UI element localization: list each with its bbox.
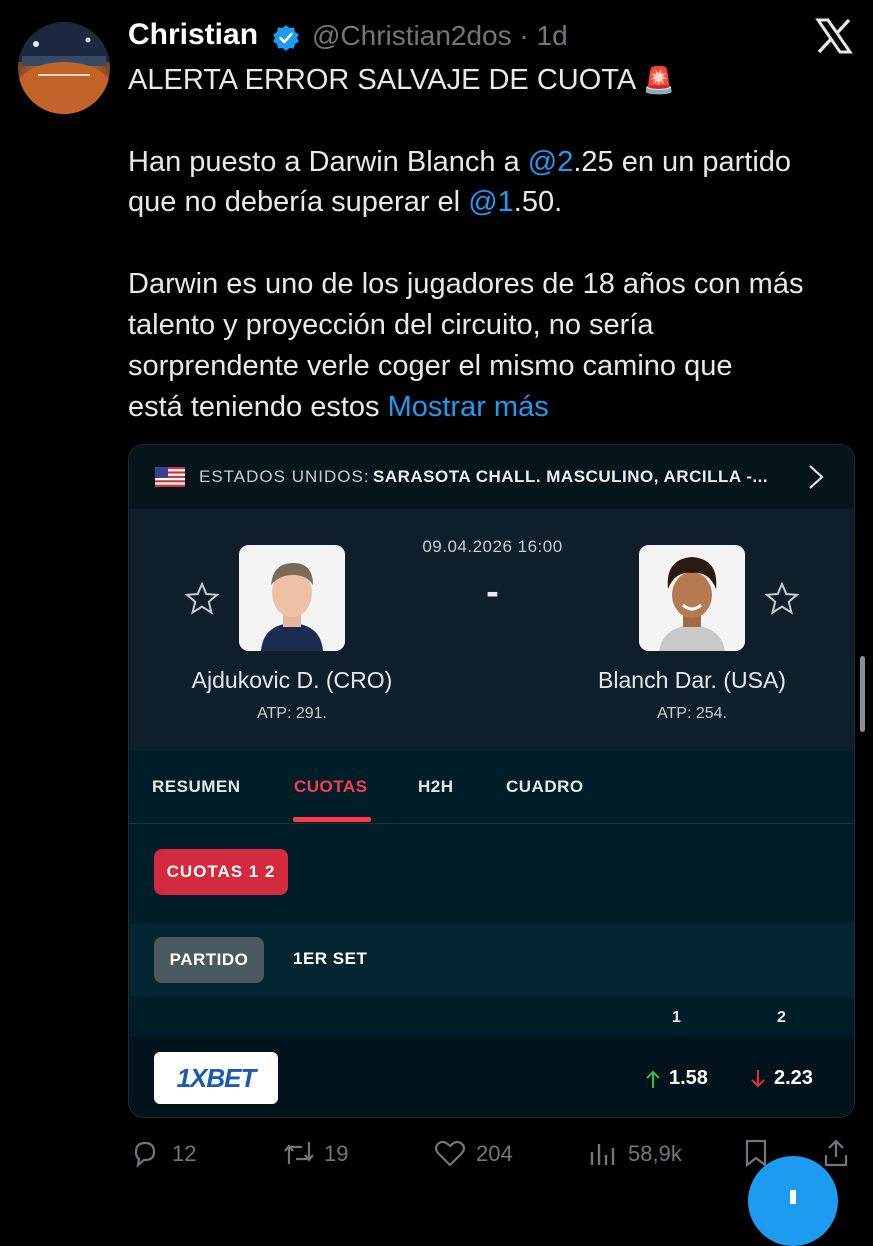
scrollbar[interactable] (860, 656, 865, 732)
arrow-down-icon (751, 1070, 765, 1088)
match-header: 09.04.2026 16:00 - Ajdukovic D. (CRO) AT… (129, 509, 854, 751)
text-span: está teniendo estos (128, 391, 388, 423)
country-label: ESTADOS UNIDOS: (199, 467, 370, 486)
show-more-link[interactable]: Mostrar más (388, 391, 549, 423)
player2-photo (639, 545, 745, 651)
views-icon (590, 1144, 615, 1165)
repost-count: 19 (324, 1141, 349, 1166)
player1-rank: ATP: 291. (257, 705, 327, 722)
avatar[interactable] (18, 22, 110, 114)
text-span: Han puesto a Darwin Blanch a (128, 146, 528, 178)
compose-plus-icon (790, 1190, 796, 1204)
chevron-right-icon (809, 465, 824, 489)
period-selector: PARTIDO 1ER SET (129, 923, 854, 997)
odds-type-button: CUOTAS 1 2 (154, 849, 288, 895)
star-icon (184, 581, 220, 615)
tab-cuotas: CUOTAS (294, 777, 368, 796)
handle-text[interactable]: @Christian2dos (312, 20, 512, 51)
tweet-paragraph-2-line-3: sorprendente verle coger el mismo camino… (128, 350, 733, 382)
match-score: - (486, 571, 499, 613)
tournament-name: SARASOTA CHALL. MASCULINO, ARCILLA -... (373, 467, 769, 486)
player2-name: Blanch Dar. (USA) (598, 667, 786, 693)
odd-player2: 2.23 (774, 1067, 813, 1089)
usa-flag-icon (155, 467, 185, 487)
odd-player1: 1.58 (669, 1067, 708, 1089)
tournament-header: ESTADOS UNIDOS: SARASOTA CHALL. MASCULIN… (129, 445, 854, 509)
like-icon (434, 1140, 466, 1167)
arrow-up-icon (646, 1070, 660, 1088)
mention-link[interactable]: @1 (468, 186, 514, 218)
column-header-1: 1 (672, 1009, 681, 1026)
x-logo-icon[interactable] (815, 18, 853, 54)
like-count: 204 (476, 1141, 513, 1166)
text-span: que no debería superar el (128, 186, 469, 218)
match-card-image[interactable]: ESTADOS UNIDOS: SARASOTA CHALL. MASCULIN… (128, 444, 855, 1118)
tab-cuadro: CUADRO (506, 777, 584, 796)
tab-h2h: H2H (418, 777, 454, 796)
tweet-paragraph-2-line-2: talento y proyección del circuito, no se… (128, 309, 654, 341)
views-count: 58,9k (628, 1141, 682, 1166)
reply-icon (134, 1141, 156, 1168)
tweet-paragraph-2-line-1: Darwin es uno de los jugadores de 18 año… (128, 268, 804, 300)
match-tabs: RESUMEN CUOTAS H2H CUADRO (129, 751, 854, 824)
repost-icon (284, 1142, 314, 1164)
column-header-2: 2 (777, 1009, 786, 1026)
text-span: .25 en un partido (573, 146, 792, 178)
views-button[interactable]: 58,9k (588, 1138, 698, 1168)
verified-badge-icon (273, 25, 299, 51)
tweet-paragraph-1-line-1: Han puesto a Darwin Blanch a @2.25 en un… (128, 142, 791, 182)
player1-name: Ajdukovic D. (CRO) (191, 667, 393, 693)
mention-link[interactable]: @2 (528, 146, 574, 178)
tweet-paragraph-1-line-2: que no debería superar el @1.50. (128, 182, 562, 222)
siren-emoji: 🚨 (642, 65, 676, 95)
bookmaker-logo: 1XBET (154, 1052, 278, 1104)
bookmaker-row: 1XBET 1.58 2.23 (129, 1037, 854, 1117)
repost-button[interactable]: 19 (282, 1138, 362, 1168)
period-1er-set: 1ER SET (293, 949, 368, 968)
player2-rank: ATP: 254. (657, 705, 727, 722)
tweet-paragraph-2-line-4: está teniendo estos Mostrar más (128, 387, 549, 427)
reply-count: 12 (172, 1141, 197, 1166)
tweet-time[interactable]: · 1d (519, 20, 567, 51)
star-icon (764, 581, 800, 615)
author-handle[interactable]: @Christian2dos · 1d (312, 20, 568, 52)
text-span: .50. (513, 186, 563, 218)
tweet-headline: ALERTA ERROR SALVAJE DE CUOTA 🚨 (128, 60, 675, 100)
reply-button[interactable]: 12 (130, 1138, 200, 1168)
headline-text: ALERTA ERROR SALVAJE DE CUOTA (128, 64, 635, 96)
player1-photo (239, 545, 345, 651)
share-icon (824, 1139, 848, 1167)
odds-column-headers: 1 2 (129, 997, 854, 1037)
author-name[interactable]: Christian (128, 18, 258, 52)
match-datetime: 09.04.2026 16:00 (422, 537, 563, 556)
share-button[interactable] (822, 1138, 852, 1168)
active-tab-indicator (293, 817, 371, 822)
like-button[interactable]: 204 (434, 1138, 524, 1168)
tab-resumen: RESUMEN (152, 777, 241, 796)
period-partido: PARTIDO (154, 937, 264, 983)
